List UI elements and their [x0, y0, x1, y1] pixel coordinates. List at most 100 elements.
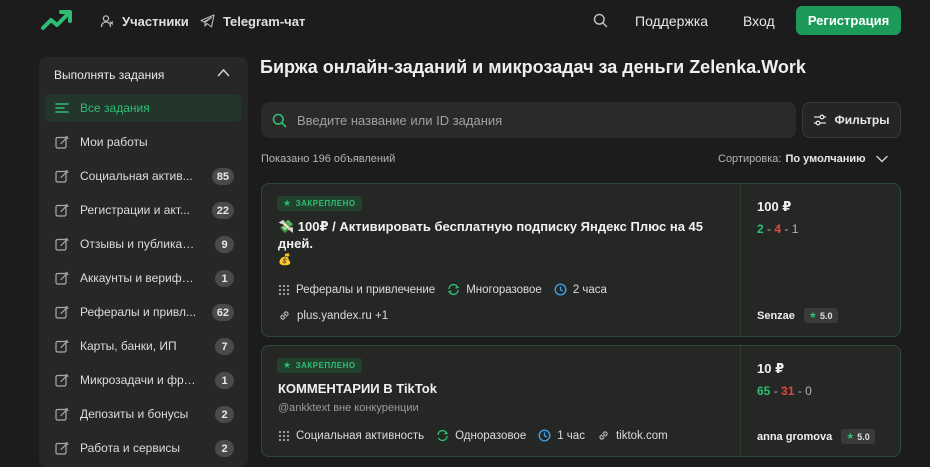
task-card[interactable]: ★ ЗАКРЕПЛЕНО КОММЕНТАРИИ В TikTok @ankkte…	[261, 345, 901, 457]
chevron-down-icon	[875, 155, 888, 163]
task-meta: Социальная активность Одноразовое 1 час …	[278, 429, 680, 442]
sidebar: Выполнять задания Все задания Мои работы…	[39, 57, 248, 467]
task-card[interactable]: ★ ЗАКРЕПЛЕНО 💸 100₽ / Активировать беспла…	[261, 183, 901, 337]
task-mode: Многоразовое	[447, 283, 542, 296]
sidebar-item-count: 85	[211, 168, 234, 185]
task-stats: 2 - 4 - 1	[757, 222, 799, 236]
search-input[interactable]	[297, 112, 777, 128]
sidebar-item-count: 1	[215, 372, 234, 389]
sidebar-item-label: Социальная актив...	[80, 169, 193, 183]
clock-icon	[538, 429, 551, 442]
sidebar-item-microtasks[interactable]: Микрозадачи и фри... 1	[45, 366, 241, 394]
task-title[interactable]: 💸 100₽ / Активировать бесплатную подписк…	[278, 218, 718, 269]
card-divider	[740, 184, 741, 336]
task-price: 10 ₽	[757, 361, 785, 376]
task-category[interactable]: Рефералы и привлечение	[278, 284, 435, 296]
task-author[interactable]: anna gromova ★ 5.0	[757, 429, 875, 444]
grid-dots-icon	[278, 284, 290, 295]
sidebar-item-all-tasks[interactable]: Все задания	[45, 94, 241, 122]
task-link[interactable]: tiktok.com	[597, 429, 668, 442]
search-box	[261, 102, 796, 138]
results-count: Показано 196 объявлений	[261, 153, 396, 165]
task-author[interactable]: Senzae ★ 5.0	[757, 308, 838, 323]
sidebar-item-reviews[interactable]: Отзывы и публикации 9	[45, 230, 241, 258]
star-icon: ★	[283, 198, 292, 208]
search-icon[interactable]	[593, 13, 608, 28]
edit-icon	[55, 237, 69, 251]
sliders-icon	[814, 114, 827, 126]
list-icon	[55, 103, 69, 113]
sidebar-item-count: 2	[215, 440, 234, 457]
repeat-icon	[447, 283, 460, 296]
edit-icon	[55, 373, 69, 387]
nav-members-label: Участники	[122, 13, 189, 29]
sidebar-item-label: Рефералы и привл...	[80, 305, 197, 319]
sidebar-item-label: Карты, банки, ИП	[80, 339, 177, 353]
sidebar-item-count: 62	[211, 304, 234, 321]
person-icon	[437, 429, 449, 442]
sidebar-item-count: 9	[215, 236, 234, 253]
search-icon	[272, 113, 287, 127]
card-divider	[740, 346, 741, 456]
login-link[interactable]: Вход	[743, 0, 775, 42]
register-button[interactable]: Регистрация	[796, 6, 901, 35]
edit-icon	[55, 169, 69, 183]
star-icon: ★	[808, 310, 817, 320]
edit-icon	[55, 203, 69, 217]
sidebar-item-label: Отзывы и публикации	[80, 237, 200, 251]
sidebar-item-referrals[interactable]: Рефералы и привл... 62	[45, 298, 241, 326]
sidebar-item-label: Депозиты и бонусы	[80, 407, 189, 421]
task-link[interactable]: plus.yandex.ru +1	[278, 309, 388, 322]
top-bar: Участники Telegram-чат Поддержка Вход Ре…	[0, 0, 930, 42]
star-icon: ★	[283, 360, 292, 370]
sidebar-item-accounts[interactable]: Аккаунты и верифик... 1	[45, 264, 241, 292]
sidebar-item-label: Работа и сервисы	[80, 441, 181, 455]
sidebar-item-count: 22	[211, 202, 234, 219]
sort-value: По умолчанию	[785, 153, 866, 165]
edit-icon	[55, 305, 69, 319]
filters-label: Фильтры	[834, 113, 890, 127]
task-price: 100 ₽	[757, 199, 792, 214]
sidebar-item-label: Регистрации и акт...	[80, 203, 190, 217]
nav-telegram-label: Telegram-чат	[223, 13, 306, 29]
sidebar-item-label: Микрозадачи и фри...	[80, 373, 200, 387]
star-icon: ★	[846, 431, 855, 441]
nav-members-link[interactable]: Участники	[100, 0, 189, 42]
sidebar-item-registrations[interactable]: Регистрации и акт... 22	[45, 196, 241, 224]
chevron-up-icon[interactable]	[217, 68, 230, 77]
task-time: 1 час	[538, 429, 585, 442]
sort-label: Сортировка:	[718, 153, 782, 165]
pinned-badge: ★ ЗАКРЕПЛЕНО	[277, 358, 362, 373]
author-rating: ★ 5.0	[841, 429, 875, 444]
support-link[interactable]: Поддержка	[635, 0, 708, 42]
task-category[interactable]: Социальная активность	[278, 430, 424, 442]
nav-telegram-link[interactable]: Telegram-чат	[200, 0, 305, 42]
sidebar-item-deposits[interactable]: Депозиты и бонусы 2	[45, 400, 241, 428]
sidebar-header[interactable]: Выполнять задания	[39, 57, 248, 93]
clock-icon	[554, 283, 567, 296]
sidebar-item-label: Все задания	[80, 101, 150, 115]
logo-icon[interactable]	[40, 8, 74, 34]
sidebar-item-my-works[interactable]: Мои работы	[45, 128, 241, 156]
task-title[interactable]: КОММЕНТАРИИ В TikTok	[278, 380, 718, 397]
sidebar-item-count: 7	[215, 338, 234, 355]
pinned-badge: ★ ЗАКРЕПЛЕНО	[277, 196, 362, 211]
task-meta: Рефералы и привлечение Многоразовое 2 ча…	[278, 283, 619, 296]
task-stats: 65 - 31 - 0	[757, 384, 812, 398]
edit-icon	[55, 407, 69, 421]
sidebar-item-social-activity[interactable]: Социальная актив... 85	[45, 162, 241, 190]
filters-button[interactable]: Фильтры	[802, 102, 901, 138]
users-icon	[100, 15, 114, 28]
task-subtitle: @ankktext вне конкуренции	[278, 402, 419, 414]
sidebar-item-count: 1	[215, 270, 234, 287]
sidebar-title: Выполнять задания	[54, 68, 165, 82]
author-rating: ★ 5.0	[803, 308, 838, 323]
sidebar-item-cards-banks[interactable]: Карты, банки, ИП 7	[45, 332, 241, 360]
edit-icon	[55, 135, 69, 149]
edit-icon	[55, 271, 69, 285]
page-title: Биржа онлайн-заданий и микрозадач за ден…	[260, 57, 806, 77]
sidebar-item-count: 2	[215, 406, 234, 423]
edit-icon	[55, 441, 69, 455]
task-mode: Одноразовое	[436, 429, 526, 442]
sort-dropdown[interactable]: Сортировка: По умолчанию	[718, 153, 888, 165]
